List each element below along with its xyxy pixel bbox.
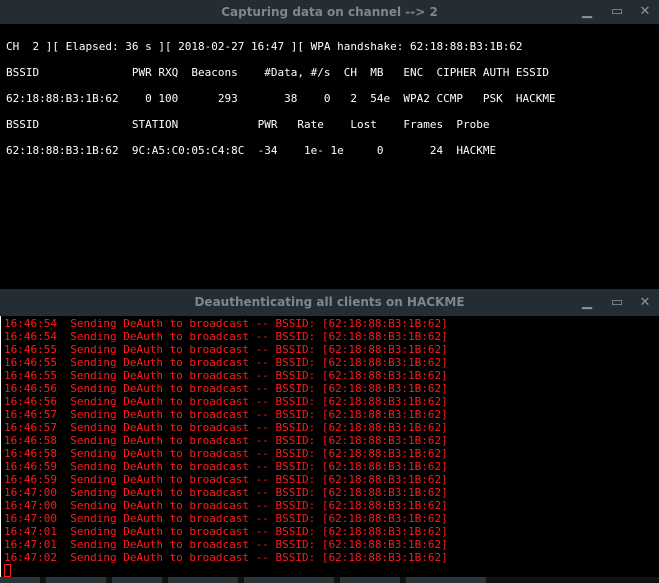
terminal-line: 62:18:88:B3:1B:62 9C:A5:C0:05:C4:8C -34 … bbox=[6, 144, 497, 157]
log-line: 16:46:56 Sending DeAuth to broadcast -- … bbox=[4, 382, 448, 395]
close-icon[interactable]: ✕ bbox=[635, 0, 655, 24]
log-line: 16:46:58 Sending DeAuth to broadcast -- … bbox=[4, 434, 448, 447]
minimize-icon[interactable]: ▁ bbox=[577, 0, 597, 24]
log-line: 16:46:55 Sending DeAuth to broadcast -- … bbox=[4, 343, 448, 356]
log-line: 16:46:55 Sending DeAuth to broadcast -- … bbox=[4, 356, 448, 369]
deauth-window: Deauthenticating all clients on HACKME ▁… bbox=[0, 289, 659, 577]
log-line: 16:46:55 Sending DeAuth to broadcast -- … bbox=[4, 369, 448, 382]
deauth-log[interactable]: 16:46:54 Sending DeAuth to broadcast -- … bbox=[0, 316, 659, 577]
log-line: 16:46:54 Sending DeAuth to broadcast -- … bbox=[4, 330, 448, 343]
log-line: 16:47:00 Sending DeAuth to broadcast -- … bbox=[4, 512, 448, 525]
terminal-line: BSSID STATION PWR Rate Lost Frames Probe bbox=[6, 118, 490, 131]
close-icon[interactable]: ✕ bbox=[635, 291, 655, 315]
log-line: 16:47:02 Sending DeAuth to broadcast -- … bbox=[4, 551, 448, 564]
log-line: 16:46:59 Sending DeAuth to broadcast -- … bbox=[4, 460, 448, 473]
terminal-output[interactable]: CH 2 ][ Elapsed: 36 s ][ 2018-02-27 16:4… bbox=[0, 24, 659, 164]
terminal-line: 62:18:88:B3:1B:62 0 100 293 38 0 2 54e W… bbox=[6, 92, 556, 105]
minimize-icon[interactable]: ▁ bbox=[577, 291, 597, 315]
log-line: 16:47:01 Sending DeAuth to broadcast -- … bbox=[4, 538, 448, 551]
maximize-icon[interactable]: ▭ bbox=[607, 291, 627, 315]
window-title: Capturing data on channel --> 2 bbox=[221, 5, 438, 19]
window-title: Deauthenticating all clients on HACKME bbox=[194, 295, 465, 309]
log-line: 16:46:57 Sending DeAuth to broadcast -- … bbox=[4, 408, 448, 421]
log-line: 16:47:00 Sending DeAuth to broadcast -- … bbox=[4, 486, 448, 499]
log-line: 16:46:59 Sending DeAuth to broadcast -- … bbox=[4, 473, 448, 486]
taskbar bbox=[0, 577, 659, 583]
cursor-line bbox=[4, 564, 659, 577]
log-line: 16:46:57 Sending DeAuth to broadcast -- … bbox=[4, 421, 448, 434]
terminal-line: BSSID PWR RXQ Beacons #Data, #/s CH MB E… bbox=[6, 66, 550, 79]
log-line: 16:46:56 Sending DeAuth to broadcast -- … bbox=[4, 395, 448, 408]
log-line: 16:46:58 Sending DeAuth to broadcast -- … bbox=[4, 447, 448, 460]
terminal-line: CH 2 ][ Elapsed: 36 s ][ 2018-02-27 16:4… bbox=[6, 40, 523, 53]
capture-window: Capturing data on channel --> 2 ▁ ▭ ✕ CH… bbox=[0, 0, 659, 288]
log-line: 16:46:54 Sending DeAuth to broadcast -- … bbox=[4, 317, 448, 330]
maximize-icon[interactable]: ▭ bbox=[607, 0, 627, 24]
log-line: 16:47:00 Sending DeAuth to broadcast -- … bbox=[4, 499, 448, 512]
title-bar: Deauthenticating all clients on HACKME ▁… bbox=[0, 289, 659, 316]
terminal-cursor bbox=[4, 564, 11, 577]
log-line: 16:47:01 Sending DeAuth to broadcast -- … bbox=[4, 525, 448, 538]
title-bar: Capturing data on channel --> 2 ▁ ▭ ✕ bbox=[0, 0, 659, 24]
